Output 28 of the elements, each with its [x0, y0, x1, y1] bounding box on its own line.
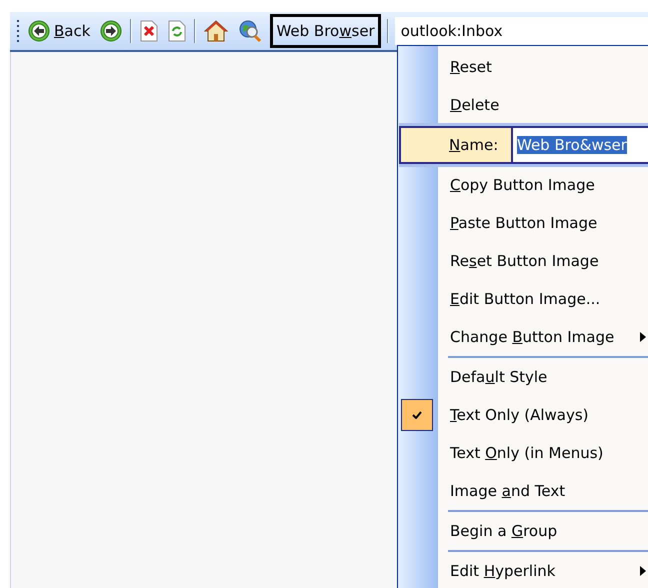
- menu-item[interactable]: Default Style: [448, 358, 648, 396]
- web-browser-button[interactable]: Web Browser: [270, 14, 381, 48]
- refresh-icon: [168, 20, 186, 42]
- refresh-button[interactable]: [166, 18, 188, 44]
- menu-item[interactable]: Begin a Group: [448, 512, 648, 550]
- grip-handle-icon[interactable]: [16, 19, 20, 43]
- name-label: Name:: [401, 128, 513, 162]
- menu-item[interactable]: Text Only (in Menus): [448, 434, 648, 472]
- house-icon: [204, 20, 228, 42]
- menu-item[interactable]: Paste Button Image: [448, 204, 648, 242]
- menu-item[interactable]: Edit Button Image...: [448, 280, 648, 318]
- menu-item[interactable]: Change Button Image: [448, 318, 648, 356]
- checkmark-icon: [412, 411, 422, 419]
- menu-item[interactable]: Edit Hyperlink: [448, 552, 648, 588]
- menu-item[interactable]: Text Only (Always): [448, 396, 648, 434]
- address-field[interactable]: outlook:Inbox: [394, 17, 648, 45]
- stop-icon: [140, 20, 158, 42]
- home-button[interactable]: [202, 18, 230, 44]
- forward-button[interactable]: [98, 18, 124, 44]
- menu-item[interactable]: Image and Text: [448, 472, 648, 510]
- menu-item[interactable]: Delete: [448, 86, 648, 124]
- menu-item[interactable]: Reset: [448, 48, 648, 86]
- back-button[interactable]: Back: [26, 18, 92, 44]
- stop-button[interactable]: [138, 18, 160, 44]
- globe-search-icon: [238, 19, 262, 43]
- menu-item[interactable]: Reset Button Image: [448, 242, 648, 280]
- menu-item[interactable]: Copy Button Image: [448, 166, 648, 204]
- name-field[interactable]: Web Bro&wser: [513, 128, 648, 162]
